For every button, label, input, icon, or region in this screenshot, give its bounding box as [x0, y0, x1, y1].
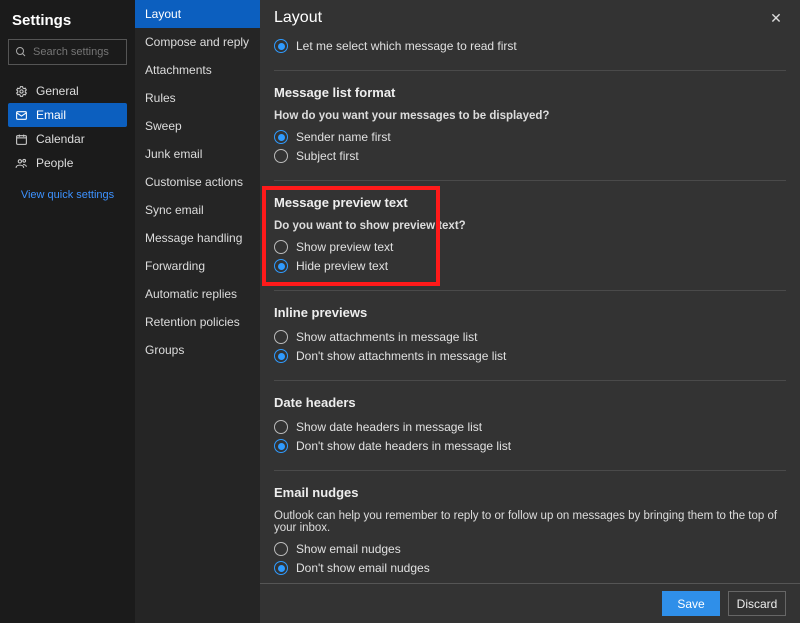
subnav-customise[interactable]: Customise actions — [135, 168, 260, 196]
radio-icon — [274, 420, 288, 434]
option-label: Don't show attachments in message list — [296, 349, 506, 363]
radio-icon — [274, 439, 288, 453]
view-quick-settings-link[interactable]: View quick settings — [8, 189, 127, 201]
section-title: Email nudges — [274, 485, 786, 500]
section-date-headers: Date headers Show date headers in messag… — [274, 380, 786, 470]
option-label: Show email nudges — [296, 542, 401, 556]
settings-title: Settings — [12, 12, 127, 29]
panel-title: Layout — [274, 9, 322, 27]
panel-header: Layout ✕ — [260, 0, 800, 32]
settings-sidebar: Settings General Email — [0, 0, 135, 623]
section-message-preview-text: Message preview text Do you want to show… — [274, 180, 786, 290]
calendar-icon — [14, 133, 28, 146]
option-label: Show attachments in message list — [296, 330, 477, 344]
radio-icon — [274, 542, 288, 556]
section-question: Do you want to show preview text? — [274, 220, 786, 232]
option-label: Hide preview text — [296, 259, 388, 273]
radio-icon — [274, 39, 288, 53]
subnav-groups[interactable]: Groups — [135, 336, 260, 364]
option-show-preview[interactable]: Show preview text — [274, 240, 786, 254]
email-subnav: Layout Compose and reply Attachments Rul… — [135, 0, 260, 623]
section-email-nudges: Email nudges Outlook can help you rememb… — [274, 470, 786, 592]
section-title: Date headers — [274, 395, 786, 410]
subnav-junk[interactable]: Junk email — [135, 140, 260, 168]
nav-label: Calendar — [36, 132, 85, 146]
option-label: Show date headers in message list — [296, 420, 482, 434]
radio-icon — [274, 330, 288, 344]
section-message-list-format: Message list format How do you want your… — [274, 70, 786, 180]
section-title: Message list format — [274, 85, 786, 100]
settings-app: Settings General Email — [0, 0, 800, 623]
subnav-auto-replies[interactable]: Automatic replies — [135, 280, 260, 308]
option-label: Sender name first — [296, 130, 391, 144]
section-question: Outlook can help you remember to reply t… — [274, 510, 786, 534]
radio-icon — [274, 240, 288, 254]
search-icon — [15, 46, 27, 58]
section-top: Let me select which message to read firs… — [274, 32, 786, 70]
close-button[interactable]: ✕ — [766, 8, 786, 28]
option-label: Show preview text — [296, 240, 393, 254]
nav-label: People — [36, 156, 73, 170]
people-icon — [14, 157, 28, 170]
subnav-sync[interactable]: Sync email — [135, 196, 260, 224]
nav-label: General — [36, 84, 79, 98]
option-sender-first[interactable]: Sender name first — [274, 130, 786, 144]
option-show-date-headers[interactable]: Show date headers in message list — [274, 420, 786, 434]
radio-icon — [274, 349, 288, 363]
option-show-nudges[interactable]: Show email nudges — [274, 542, 786, 556]
nav-people[interactable]: People — [8, 151, 127, 175]
subnav-sweep[interactable]: Sweep — [135, 112, 260, 140]
nav-label: Email — [36, 108, 66, 122]
option-label: Let me select which message to read firs… — [296, 39, 517, 53]
gear-icon — [14, 85, 28, 98]
close-icon: ✕ — [770, 10, 782, 27]
option-label: Don't show email nudges — [296, 561, 430, 575]
option-dont-show-attachments[interactable]: Don't show attachments in message list — [274, 349, 786, 363]
section-question: How do you want your messages to be disp… — [274, 110, 786, 122]
nav-calendar[interactable]: Calendar — [8, 127, 127, 151]
panel-footer: Save Discard — [260, 583, 800, 623]
radio-icon — [274, 130, 288, 144]
subnav-compose[interactable]: Compose and reply — [135, 28, 260, 56]
panel-body: Let me select which message to read firs… — [260, 32, 800, 623]
radio-icon — [274, 149, 288, 163]
option-label: Don't show date headers in message list — [296, 439, 511, 453]
search-box[interactable] — [8, 39, 127, 65]
discard-button[interactable]: Discard — [728, 591, 786, 616]
option-dont-show-nudges[interactable]: Don't show email nudges — [274, 561, 786, 575]
subnav-forwarding[interactable]: Forwarding — [135, 252, 260, 280]
option-hide-preview[interactable]: Hide preview text — [274, 259, 786, 273]
option-dont-show-date-headers[interactable]: Don't show date headers in message list — [274, 439, 786, 453]
option-subject-first[interactable]: Subject first — [274, 149, 786, 163]
nav-general[interactable]: General — [8, 79, 127, 103]
section-inline-previews: Inline previews Show attachments in mess… — [274, 290, 786, 380]
radio-icon — [274, 561, 288, 575]
subnav-retention[interactable]: Retention policies — [135, 308, 260, 336]
section-title: Message preview text — [274, 195, 786, 210]
nav-email[interactable]: Email — [8, 103, 127, 127]
subnav-layout[interactable]: Layout — [135, 0, 260, 28]
layout-settings-panel: Layout ✕ Let me select which message to … — [260, 0, 800, 623]
option-label: Subject first — [296, 149, 359, 163]
option-show-attachments[interactable]: Show attachments in message list — [274, 330, 786, 344]
subnav-message-handling[interactable]: Message handling — [135, 224, 260, 252]
save-button[interactable]: Save — [662, 591, 720, 616]
option-let-me-select[interactable]: Let me select which message to read firs… — [274, 39, 786, 53]
settings-nav: General Email Calendar People — [8, 79, 127, 175]
radio-icon — [274, 259, 288, 273]
subnav-rules[interactable]: Rules — [135, 84, 260, 112]
subnav-attachments[interactable]: Attachments — [135, 56, 260, 84]
mail-icon — [14, 109, 28, 122]
section-title: Inline previews — [274, 305, 786, 320]
